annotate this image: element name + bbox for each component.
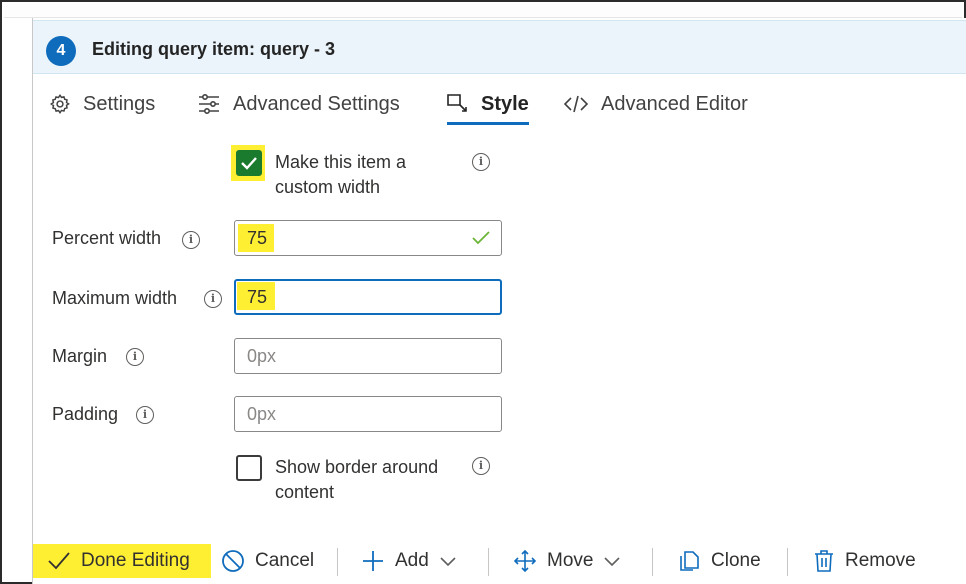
cancel-label: Cancel: [255, 550, 315, 571]
maximum-width-value: 75: [247, 287, 268, 307]
toolbar-divider: [652, 548, 653, 576]
maximum-width-input[interactable]: 75: [234, 279, 502, 315]
editing-panel: 4 Editing query item: query - 3 Settings…: [32, 18, 966, 584]
toolbar-divider: [488, 548, 489, 576]
gear-icon: [50, 94, 70, 115]
tab-settings[interactable]: Settings: [49, 84, 155, 124]
info-icon[interactable]: i: [204, 290, 222, 308]
checkmark-icon: [241, 157, 257, 170]
step-badge: 4: [46, 36, 76, 66]
clone-button[interactable]: Clone: [677, 542, 761, 580]
move-label: Move: [547, 550, 594, 571]
info-icon[interactable]: i: [472, 457, 490, 475]
move-button[interactable]: Move: [513, 542, 621, 580]
tab-advanced-editor[interactable]: Advanced Editor: [563, 84, 748, 124]
show-border-label-line2: content: [275, 482, 335, 502]
remove-label: Remove: [845, 550, 916, 571]
valid-check-icon: [472, 231, 490, 245]
toolbar-divider: [337, 548, 338, 576]
percent-width-input[interactable]: 75: [234, 220, 502, 256]
custom-width-label-line1: Make this item a: [275, 152, 407, 172]
window-frame: 4 Editing query item: query - 3 Settings…: [0, 0, 966, 584]
code-icon: [563, 95, 589, 113]
tab-settings-label: Settings: [83, 92, 156, 115]
clone-icon: [680, 551, 699, 571]
top-strip: [4, 4, 962, 18]
info-icon[interactable]: i: [136, 406, 154, 424]
tab-style-label: Style: [481, 92, 529, 115]
margin-placeholder: 0px: [247, 346, 277, 366]
tab-style[interactable]: Style: [445, 84, 529, 124]
style-icon: [447, 94, 467, 112]
padding-placeholder: 0px: [247, 404, 277, 424]
maximum-width-label: Maximum width: [52, 288, 178, 308]
bottom-toolbar: Done Editing Cancel Add Move Clone Remov…: [33, 542, 966, 584]
add-button[interactable]: Add: [361, 542, 457, 580]
tab-advanced-settings[interactable]: Advanced Settings: [197, 84, 400, 124]
move-icon: [513, 549, 537, 573]
margin-label: Margin: [52, 346, 108, 366]
active-tab-indicator: [447, 122, 529, 125]
remove-button[interactable]: Remove: [813, 542, 916, 580]
chevron-down-icon: [440, 557, 456, 567]
plus-icon: [363, 551, 383, 571]
tab-advanced-editor-label: Advanced Editor: [601, 92, 748, 115]
custom-width-checkbox[interactable]: [236, 150, 262, 176]
trash-icon: [815, 550, 833, 572]
done-editing-button[interactable]: Done Editing: [47, 542, 190, 580]
info-icon[interactable]: i: [182, 231, 200, 249]
tab-advanced-settings-label: Advanced Settings: [233, 92, 400, 115]
cancel-icon: [222, 550, 244, 572]
clone-label: Clone: [711, 550, 761, 571]
padding-input[interactable]: 0px: [234, 396, 502, 432]
show-border-label-line1: Show border around: [275, 457, 439, 477]
panel-header: 4 Editing query item: query - 3: [33, 20, 966, 74]
sliders-icon: [199, 93, 219, 115]
margin-input[interactable]: 0px: [234, 338, 502, 374]
show-border-checkbox[interactable]: [236, 455, 262, 481]
percent-width-value: 75: [247, 228, 268, 248]
cancel-button[interactable]: Cancel: [221, 542, 314, 580]
show-border-label: Show border around content: [275, 455, 438, 505]
checkmark-icon: [48, 552, 70, 570]
done-editing-label: Done Editing: [81, 550, 190, 571]
custom-width-label-line2: custom width: [275, 177, 381, 197]
chevron-down-icon: [604, 557, 621, 567]
percent-width-label: Percent width: [52, 228, 162, 248]
add-label: Add: [395, 550, 429, 571]
custom-width-label: Make this item a custom width: [275, 150, 406, 200]
toolbar-divider: [787, 548, 788, 576]
panel-title: Editing query item: query - 3: [92, 39, 336, 59]
padding-label: Padding: [52, 404, 119, 424]
info-icon[interactable]: i: [126, 348, 144, 366]
info-icon[interactable]: i: [472, 153, 490, 171]
